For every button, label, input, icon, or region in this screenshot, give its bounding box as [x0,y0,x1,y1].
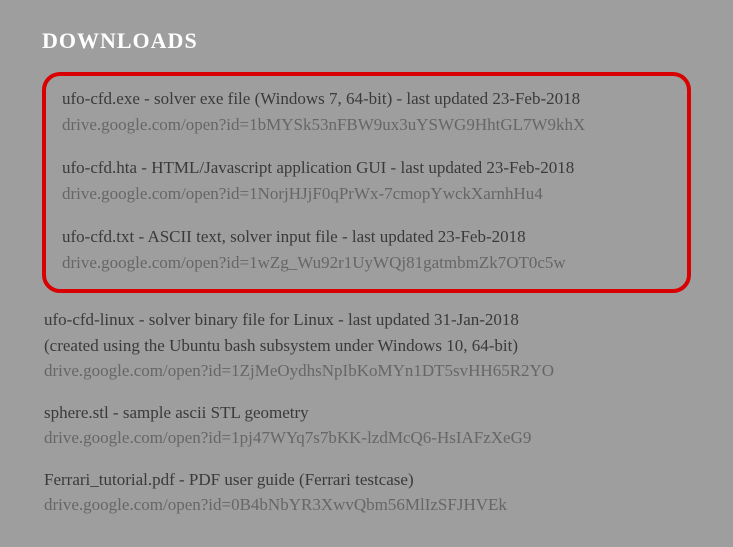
download-url[interactable]: drive.google.com/open?id=1bMYSk53nFBW9ux… [62,112,671,138]
page-title: DOWNLOADS [42,28,691,54]
download-item: sphere.stl - sample ascii STL geometry d… [42,400,691,451]
download-description: sphere.stl - sample ascii STL geometry [44,400,689,426]
highlighted-downloads-box: ufo-cfd.exe - solver exe file (Windows 7… [42,72,691,293]
download-description: ufo-cfd.exe - solver exe file (Windows 7… [62,86,671,112]
download-url[interactable]: drive.google.com/open?id=1wZg_Wu92r1UyWQ… [62,250,671,276]
download-item: Ferrari_tutorial.pdf - PDF user guide (F… [42,467,691,518]
download-description: ufo-cfd.txt - ASCII text, solver input f… [62,224,671,250]
download-url[interactable]: drive.google.com/open?id=0B4bNbYR3XwvQbm… [44,492,689,518]
download-item: ufo-cfd.exe - solver exe file (Windows 7… [62,86,671,137]
download-description: ufo-cfd-linux - solver binary file for L… [44,307,689,333]
other-downloads: ufo-cfd-linux - solver binary file for L… [42,307,691,518]
download-description-line2: (created using the Ubuntu bash subsystem… [44,333,689,359]
download-description: ufo-cfd.hta - HTML/Javascript applicatio… [62,155,671,181]
download-item: ufo-cfd-linux - solver binary file for L… [42,307,691,384]
download-url[interactable]: drive.google.com/open?id=1ZjMeOydhsNpIbK… [44,358,689,384]
download-description: Ferrari_tutorial.pdf - PDF user guide (F… [44,467,689,493]
download-url[interactable]: drive.google.com/open?id=1pj47WYq7s7bKK-… [44,425,689,451]
download-item: ufo-cfd.hta - HTML/Javascript applicatio… [62,155,671,206]
download-item: ufo-cfd.txt - ASCII text, solver input f… [62,224,671,275]
download-url[interactable]: drive.google.com/open?id=1NorjHJjF0qPrWx… [62,181,671,207]
